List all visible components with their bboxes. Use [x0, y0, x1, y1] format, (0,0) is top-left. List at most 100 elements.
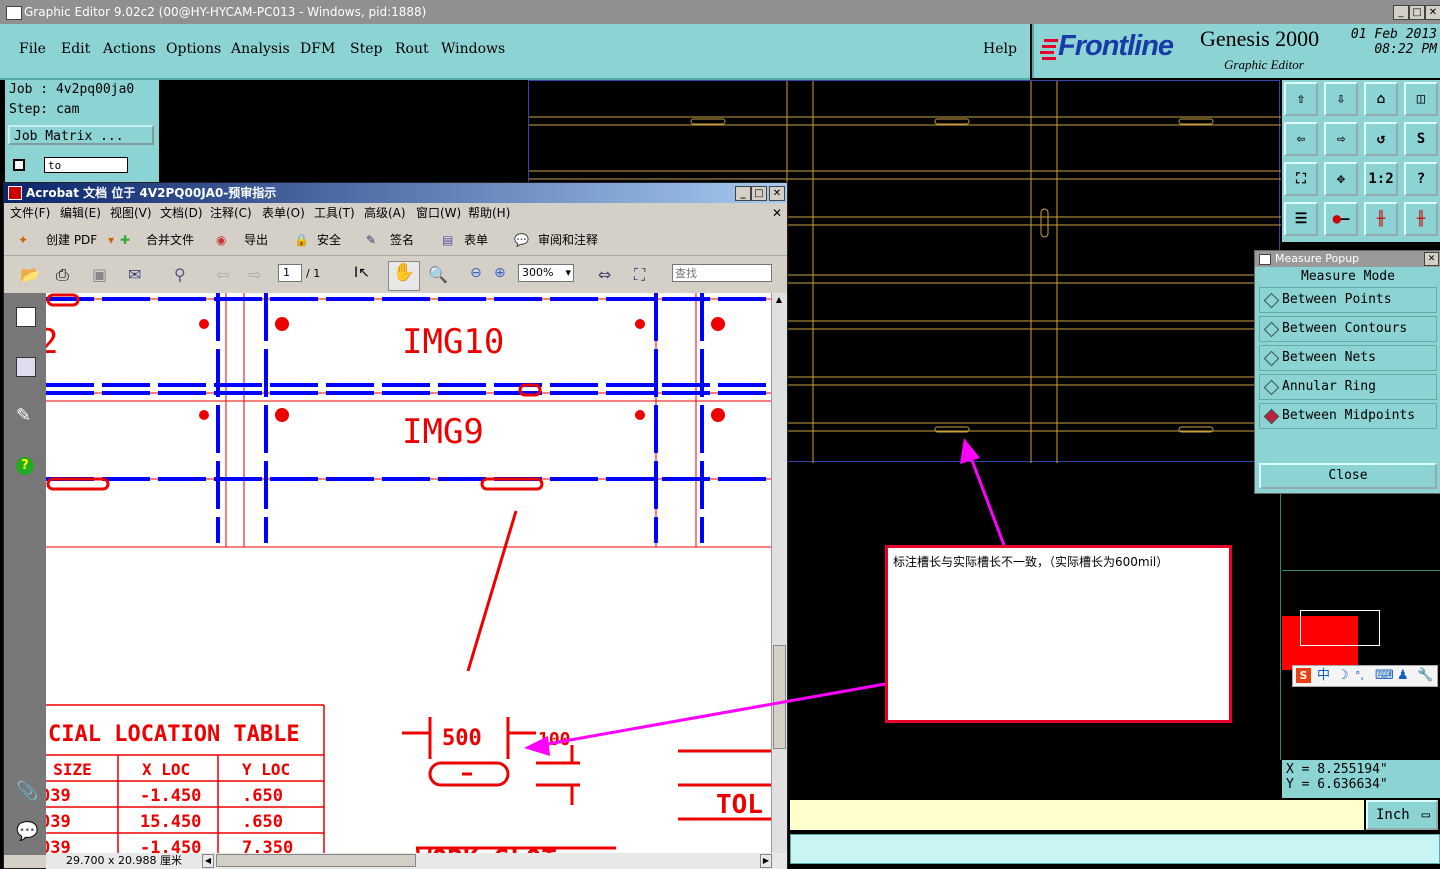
print-icon[interactable]: ⎙ [56, 265, 76, 285]
scrollbar-thumb[interactable] [773, 645, 786, 749]
layer-tools-icon[interactable]: ☰ [1284, 202, 1318, 236]
menu-step[interactable]: Step [350, 41, 382, 57]
pages-icon[interactable] [16, 307, 36, 327]
layer-name-field[interactable]: to [44, 157, 128, 173]
acrobat-close-button[interactable]: ✕ [769, 186, 785, 201]
scale-one-to-one-icon[interactable]: 1:2 [1364, 162, 1398, 196]
comments-icon[interactable]: 💬 [16, 823, 38, 841]
menu-file[interactable]: File [19, 41, 46, 57]
scroll-up-icon[interactable]: ▲ [773, 295, 785, 307]
save-icon[interactable]: ▣ [92, 265, 112, 285]
close-button[interactable]: ✕ [1425, 5, 1440, 20]
close-icon[interactable]: ✕ [1424, 252, 1439, 266]
review-comment-button[interactable]: 审阅和注释 [538, 225, 598, 255]
forms-button[interactable]: 表单 [464, 225, 488, 255]
acrobat-menu-window[interactable]: 窗口(W) [416, 203, 461, 223]
security-button[interactable]: 安全 [317, 225, 341, 255]
probe-icon[interactable]: ●— [1324, 202, 1358, 236]
fit-width-icon[interactable]: ⇔ [598, 265, 618, 285]
zoom-level-field[interactable]: 300% ▾ [518, 264, 574, 282]
search-input[interactable] [672, 264, 772, 282]
menu-dfm[interactable]: DFM [300, 41, 335, 57]
sign-button[interactable]: 签名 [390, 225, 414, 255]
acrobat-menu-forms[interactable]: 表单(O) [262, 203, 305, 223]
mode-between-midpoints[interactable]: Between Midpoints [1259, 403, 1437, 429]
bookmarks-icon[interactable] [16, 357, 36, 377]
create-pdf-button[interactable]: 创建 PDF [46, 225, 97, 255]
menu-help[interactable]: Help [983, 41, 1017, 57]
menu-analysis[interactable]: Analysis [231, 41, 290, 57]
acrobat-menu-document[interactable]: 文档(D) [160, 203, 203, 223]
layer-checkbox[interactable] [13, 159, 25, 171]
pan-left-icon[interactable]: ⇦ [1284, 122, 1318, 156]
window-split-icon[interactable]: ◫ [1404, 82, 1438, 116]
select-text-icon[interactable]: I↖ [354, 265, 374, 285]
acrobat-menu-file[interactable]: 文件(F) [10, 203, 50, 223]
document-close-icon[interactable]: ✕ [772, 203, 782, 223]
pan-right-icon[interactable]: ⇨ [1324, 122, 1358, 156]
minimize-button[interactable]: _ [1393, 5, 1409, 20]
user-icon[interactable]: ♟ [1397, 666, 1409, 686]
zoom-home-icon[interactable]: ⇧ [1284, 82, 1318, 116]
measure-close-button[interactable]: Close [1259, 463, 1437, 489]
punctuation-icon[interactable]: °, [1355, 666, 1364, 686]
measure-tool-icon[interactable]: ╫ [1404, 202, 1438, 236]
menu-actions[interactable]: Actions [103, 41, 156, 57]
next-page-icon[interactable]: ⇨ [248, 265, 268, 285]
zoom-back-icon[interactable]: ↺ [1364, 122, 1398, 156]
zoom-previous-icon[interactable]: ⇩ [1324, 82, 1358, 116]
maximize-button[interactable]: □ [1409, 5, 1425, 20]
help-query-icon[interactable]: ? [1404, 162, 1438, 196]
acrobat-title-bar[interactable]: Acrobat 文档 位于 4V2PQ00JA0-预审指示 _ □ ✕ [4, 183, 787, 203]
mode-between-contours[interactable]: Between Contours [1259, 316, 1437, 342]
menu-options[interactable]: Options [166, 41, 221, 57]
attachments-icon[interactable]: 📎 [16, 783, 38, 801]
dimension-icon[interactable]: ╫ [1364, 202, 1398, 236]
pdf-document-view[interactable]: IMG10 IMG9 2 500 100 TOL CIAL LOCATION T… [46, 293, 771, 853]
mode-between-nets[interactable]: Between Nets [1259, 345, 1437, 371]
snap-icon[interactable]: S [1404, 122, 1438, 156]
acrobat-menu-comments[interactable]: 注释(C) [210, 203, 252, 223]
menu-edit[interactable]: Edit [61, 41, 90, 57]
mode-annular-ring[interactable]: Annular Ring [1259, 374, 1437, 400]
hand-tool-icon[interactable]: ✋ [388, 261, 420, 291]
previous-page-icon[interactable]: ⇦ [216, 265, 236, 285]
export-button[interactable]: 导出 [244, 225, 268, 255]
acrobat-minimize-button[interactable]: _ [735, 186, 751, 201]
signatures-icon[interactable]: ✎ [16, 407, 34, 425]
acrobat-menu-advanced[interactable]: 高级(A) [364, 203, 406, 223]
acrobat-menu-view[interactable]: 视图(V) [110, 203, 152, 223]
center-icon[interactable]: ✥ [1324, 162, 1358, 196]
acrobat-menu-help[interactable]: 帮助(H) [468, 203, 510, 223]
unit-selector[interactable]: Inch ▭ [1366, 800, 1438, 830]
job-matrix-button[interactable]: Job Matrix ... [8, 125, 154, 145]
mode-between-points[interactable]: Between Points [1259, 287, 1437, 313]
horizontal-scrollbar-thumb[interactable] [216, 854, 416, 867]
zoom-tool-icon[interactable]: 🔍 [428, 265, 448, 285]
vertical-scrollbar[interactable]: ▲ [771, 293, 787, 853]
zoom-in-icon[interactable]: ⊕ [494, 265, 514, 285]
keyboard-icon[interactable]: ⌨ [1375, 666, 1394, 686]
menu-windows[interactable]: Windows [441, 41, 505, 57]
moon-icon[interactable]: ☽ [1337, 666, 1349, 686]
ime-toolbar[interactable]: S 中 ☽ °, ⌨ ♟ 🔧 [1292, 665, 1438, 687]
open-icon[interactable]: 📂 [20, 265, 40, 285]
mini-map-viewport[interactable] [1300, 610, 1380, 646]
command-line[interactable] [790, 834, 1440, 864]
scroll-left-icon[interactable]: ◀ [202, 854, 214, 868]
menu-rout[interactable]: Rout [395, 41, 429, 57]
fit-page-icon[interactable]: ⛶ [634, 265, 654, 285]
genesis-title-bar[interactable]: Graphic Editor 9.02c2 (00@HY-HYCAM-PC013… [0, 0, 1440, 24]
combine-files-button[interactable]: 合并文件 [146, 225, 194, 255]
acrobat-menu-edit[interactable]: 编辑(E) [60, 203, 101, 223]
help-icon[interactable]: ? [16, 457, 34, 475]
ime-lang-indicator[interactable]: 中 [1317, 666, 1330, 686]
acrobat-maximize-button[interactable]: □ [751, 186, 767, 201]
search-icon[interactable]: ⚲ [174, 265, 194, 285]
scroll-right-icon[interactable]: ▶ [760, 854, 772, 868]
page-number-input[interactable]: 1 [278, 264, 302, 282]
wrench-icon[interactable]: 🔧 [1417, 666, 1433, 686]
acrobat-menu-tools[interactable]: 工具(T) [314, 203, 355, 223]
zoom-out-icon[interactable]: ⊖ [470, 265, 490, 285]
fit-screen-icon[interactable]: ⛶ [1284, 162, 1318, 196]
